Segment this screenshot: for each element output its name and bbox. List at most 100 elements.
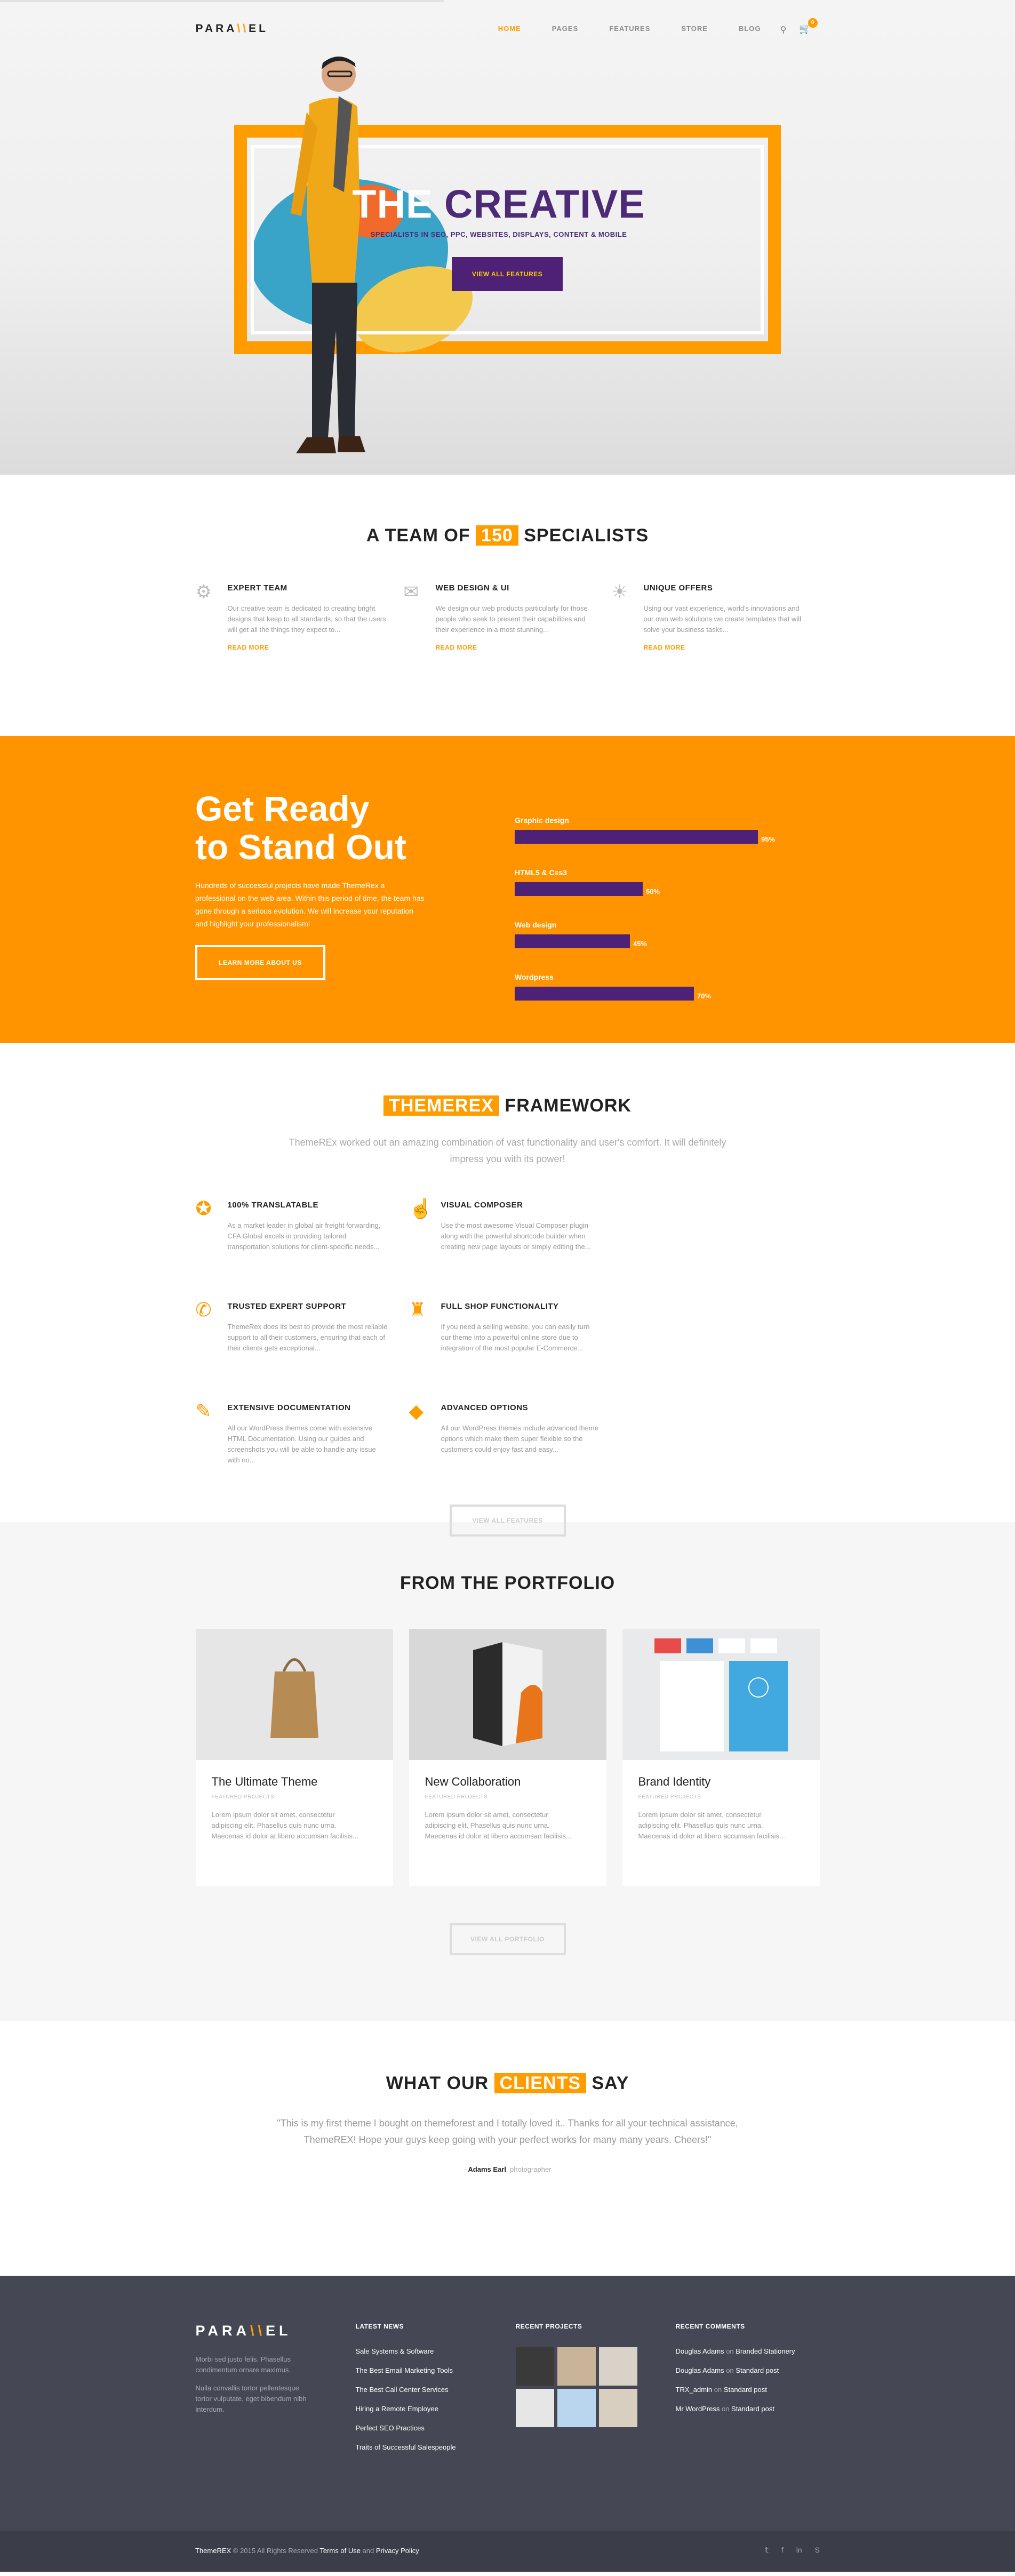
footer-desc: Morbi sed justo felis. Phasellus condime…: [195, 2355, 291, 2374]
search-icon[interactable]: ⚲: [780, 25, 787, 35]
framework-section: THEMEREX FRAMEWORK ThemeREx worked out a…: [0, 1043, 1015, 1537]
footer-project-thumbs: [515, 2347, 660, 2427]
gear-icon: ⚙: [195, 582, 212, 602]
comment-author[interactable]: Douglas Adams: [676, 2347, 724, 2355]
framework-feature-text: If you need a selling website, you can e…: [441, 1323, 590, 1352]
skill-percent: 95%: [761, 835, 776, 843]
skill-percent: 45%: [633, 940, 648, 948]
view-all-features-button-2[interactable]: VIEW ALL FEATURES: [449, 1505, 566, 1537]
comment-item: Mr WordPress on Standard post: [676, 2405, 820, 2413]
footer-latest-news: LATEST NEWS Sale Systems & Software The B…: [356, 2323, 500, 2462]
skill-label: Wordpress: [515, 973, 554, 981]
project-thumb[interactable]: [598, 2389, 637, 2427]
testimonial-author: - Adams Earl, photographer: [463, 2165, 552, 2173]
framework-feature-title: VISUAL COMPOSER: [441, 1201, 523, 1210]
skill-bar: [515, 934, 630, 948]
skill-row: HTML5 & Css3 50%: [515, 868, 803, 896]
clients-section: WHAT OUR CLIENTS SAY "This is my first t…: [0, 2021, 1015, 2276]
news-link[interactable]: Traits of Successful Salespeople: [356, 2443, 500, 2451]
privacy-link[interactable]: Privacy Policy: [376, 2547, 419, 2555]
cart-count-badge: 0: [808, 18, 818, 28]
framework-feature: ☝ VISUAL COMPOSER Use the most awesome Vis…: [409, 1197, 622, 1302]
brochure-image: [409, 1629, 606, 1760]
portfolio-card-category: FEATURED PROJECTS: [425, 1794, 488, 1800]
portfolio-card-title: Brand Identity: [638, 1775, 711, 1788]
comment-on: on: [721, 2405, 730, 2413]
team-col-text: Using our vast experience, world's innov…: [643, 604, 802, 634]
comment-post-link[interactable]: Standard post: [731, 2405, 774, 2413]
nav-blog[interactable]: BLOG: [739, 25, 761, 33]
tote-bag-image: [195, 1629, 393, 1760]
skill-label: Graphic design: [515, 816, 569, 825]
document-icon: ✎: [195, 1400, 212, 1422]
linkedin-icon[interactable]: in: [796, 2546, 802, 2555]
framework-feature: ✆ TRUSTED EXPERT SUPPORT ThemeRex does its…: [195, 1299, 409, 1403]
portfolio-card-title: The Ultimate Theme: [211, 1775, 318, 1788]
project-thumb[interactable]: [515, 2347, 554, 2386]
news-link[interactable]: Hiring a Remote Employee: [356, 2405, 500, 2413]
comment-author[interactable]: Mr WordPress: [676, 2405, 720, 2413]
hero-title: THE CREATIVE: [352, 182, 645, 226]
portfolio-card[interactable]: The Ultimate Theme FEATURED PROJECTS Lor…: [195, 1629, 393, 1886]
project-thumb[interactable]: [515, 2389, 554, 2427]
facebook-icon[interactable]: f: [781, 2546, 784, 2555]
skill-row: Graphic design 95%: [515, 816, 803, 844]
nav-features[interactable]: FEATURES: [609, 25, 650, 33]
news-link[interactable]: Sale Systems & Software: [356, 2347, 500, 2355]
skill-row: Wordpress 70%: [515, 973, 803, 1001]
twitter-icon[interactable]: 𝕥: [765, 2546, 769, 2555]
nav-home[interactable]: HOME: [498, 25, 521, 33]
skill-bar: [515, 882, 643, 896]
comment-post-link[interactable]: Branded Stationery: [736, 2347, 795, 2355]
portfolio-card-category: FEATURED PROJECTS: [211, 1794, 275, 1800]
skill-bar: [515, 830, 758, 844]
site-logo[interactable]: PARA\\EL: [196, 22, 268, 35]
team-col-offers: ☀ UNIQUE OFFERS Using our vast experienc…: [611, 582, 820, 651]
news-link[interactable]: The Best Call Center Services: [356, 2386, 500, 2394]
stationery-illustration: [622, 1629, 820, 1760]
comment-author[interactable]: TRX_admin: [676, 2386, 713, 2394]
team-col-title: EXPERT TEAM: [227, 583, 287, 593]
copyright-text: ThemeREX © 2015 All Rights Reserved Term…: [195, 2547, 419, 2555]
portfolio-card[interactable]: Brand Identity FEATURED PROJECTS Lorem i…: [622, 1629, 820, 1886]
bulb-icon: ☀: [611, 582, 628, 602]
learn-more-button[interactable]: LEARN MORE ABOUT US: [195, 945, 325, 980]
view-all-features-button[interactable]: VIEW ALL FEATURES: [452, 257, 563, 291]
portfolio-card[interactable]: New Collaboration FEATURED PROJECTS Lore…: [409, 1629, 606, 1886]
news-link[interactable]: Perfect SEO Practices: [356, 2424, 500, 2432]
skill-bar: [515, 987, 694, 1001]
logo-mark: \\: [237, 22, 249, 35]
clients-highlight: CLIENTS: [494, 2073, 587, 2093]
footer-logo[interactable]: PARA\\EL: [196, 2323, 340, 2339]
comment-post-link[interactable]: Standard post: [724, 2386, 767, 2394]
ready-title: Get Ready to Stand Out: [195, 789, 406, 867]
hero-section: THE CREATIVE SPECIALISTS IN SEO, PPC, WE…: [0, 0, 1015, 475]
project-thumb[interactable]: [557, 2347, 596, 2386]
read-more-link[interactable]: READ MORE: [644, 644, 820, 651]
view-all-portfolio-button[interactable]: VIEW ALL PORTFOLIO: [449, 1923, 566, 1955]
framework-feature-text: Use the most awesome Visual Composer plu…: [441, 1221, 591, 1251]
framework-grid: ✪ 100% TRANSLATABLE As a market leader in …: [195, 1197, 820, 1505]
team-col-title: UNIQUE OFFERS: [643, 583, 713, 593]
site-footer: PARA\\EL Morbi sed justo felis. Phasellu…: [0, 2276, 1015, 2531]
nav-pages[interactable]: PAGES: [552, 25, 579, 33]
framework-feature-text: As a market leader in global air freight…: [227, 1221, 381, 1251]
comment-item: TRX_admin on Standard post: [676, 2386, 820, 2394]
news-link[interactable]: The Best Email Marketing Tools: [356, 2366, 500, 2374]
nav-store[interactable]: STORE: [681, 25, 708, 33]
comment-post-link[interactable]: Standard post: [736, 2366, 779, 2374]
team-col-webdesign: ✉ WEB DESIGN & UI We design our web prod…: [404, 582, 612, 651]
read-more-link[interactable]: READ MORE: [436, 644, 612, 651]
read-more-link[interactable]: READ MORE: [228, 644, 404, 651]
footer-comments-title: RECENT COMMENTS: [675, 2323, 745, 2330]
team-col-expert: ⚙ EXPERT TEAM Our creative team is dedic…: [195, 582, 404, 651]
shopping-bag-icon: ♜: [409, 1299, 426, 1321]
skype-icon[interactable]: S: [815, 2546, 820, 2555]
chat-icon: ✆: [195, 1299, 212, 1321]
portfolio-card-text: Lorem ipsum dolor sit amet, consectetur …: [425, 1811, 572, 1840]
project-thumb[interactable]: [557, 2389, 596, 2427]
project-thumb[interactable]: [598, 2347, 637, 2386]
terms-link[interactable]: Terms of Use: [319, 2547, 361, 2555]
testimonial-quote: "This is my first theme I bought on them…: [277, 2118, 738, 2145]
comment-author[interactable]: Douglas Adams: [676, 2366, 724, 2374]
